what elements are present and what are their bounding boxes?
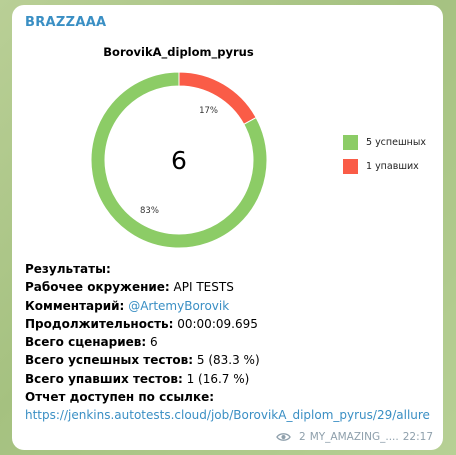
env-label: Рабочее окружение: <box>25 280 170 295</box>
comment-line: Комментарий: @ArtemyBorovik <box>25 297 435 315</box>
duration-value: 00:00:09.695 <box>173 316 258 331</box>
chart-title: BorovikA_diplom_pyrus <box>103 45 254 59</box>
views-count: 2 <box>299 431 306 443</box>
scenarios-line: Всего сценариев: 6 <box>25 333 435 351</box>
legend-item: 1 упавших <box>343 157 443 175</box>
link-label: Отчет доступен по ссылке: <box>25 390 215 405</box>
scenarios-value: 6 <box>146 335 158 350</box>
legend-item: 5 успешных <box>343 133 443 151</box>
env-value: API TESTS <box>169 280 234 295</box>
failed-line: Всего упавших тестов: 1 (16.7 %) <box>25 370 435 388</box>
failed-label: Всего упавших тестов: <box>25 371 183 386</box>
sender-name[interactable]: BRAZZAAA <box>25 15 106 30</box>
passed-value: 5 (83.3 %) <box>193 353 260 368</box>
pie-chart-image[interactable]: 17% 83% 6 BorovikA_diplom_pyrus 5 успешных… <box>12 35 443 257</box>
report-link[interactable]: https://jenkins.autotests.cloud/job/Boro… <box>25 406 435 424</box>
eye-icon <box>276 433 291 441</box>
duration-label: Продолжительность: <box>25 316 174 331</box>
author-mention-link[interactable]: @ArtemyBorovik <box>128 299 229 313</box>
pie-slice <box>178 71 257 126</box>
chart-legend: 5 успешных 1 упавших <box>343 133 443 181</box>
slice-percent-label: 83% <box>140 206 159 216</box>
duration-line: Продолжительность: 00:00:09.695 <box>25 315 435 333</box>
legend-swatch <box>343 134 358 150</box>
legend-swatch <box>343 158 358 174</box>
failed-value: 1 (16.7 %) <box>182 371 250 386</box>
env-line: Рабочее окружение: API TESTS <box>25 278 435 296</box>
slice-percent-label: 17% <box>199 106 218 116</box>
channel-name[interactable]: MY_AMAZING_.... <box>310 431 399 443</box>
center-total-label: 6 <box>171 146 187 175</box>
results-heading: Результаты: <box>25 262 111 276</box>
legend-label: 1 упавших <box>366 160 419 172</box>
report-text: Результаты: Рабочее окружение: API TESTS… <box>25 260 435 425</box>
passed-label: Всего успешных тестов: <box>25 353 194 368</box>
comment-label: Комментарий: <box>25 298 125 313</box>
scenarios-label: Всего сценариев: <box>25 335 147 350</box>
message-bubble: BRAZZAAA 17% 83% 6 BorovikA_diplom_pyrus 5… <box>12 5 443 450</box>
message-meta: 2 MY_AMAZING_.... 22:17 <box>276 431 433 443</box>
legend-label: 5 успешных <box>366 136 426 148</box>
passed-line: Всего успешных тестов: 5 (83.3 %) <box>25 351 435 369</box>
message-time: 22:17 <box>402 431 433 443</box>
